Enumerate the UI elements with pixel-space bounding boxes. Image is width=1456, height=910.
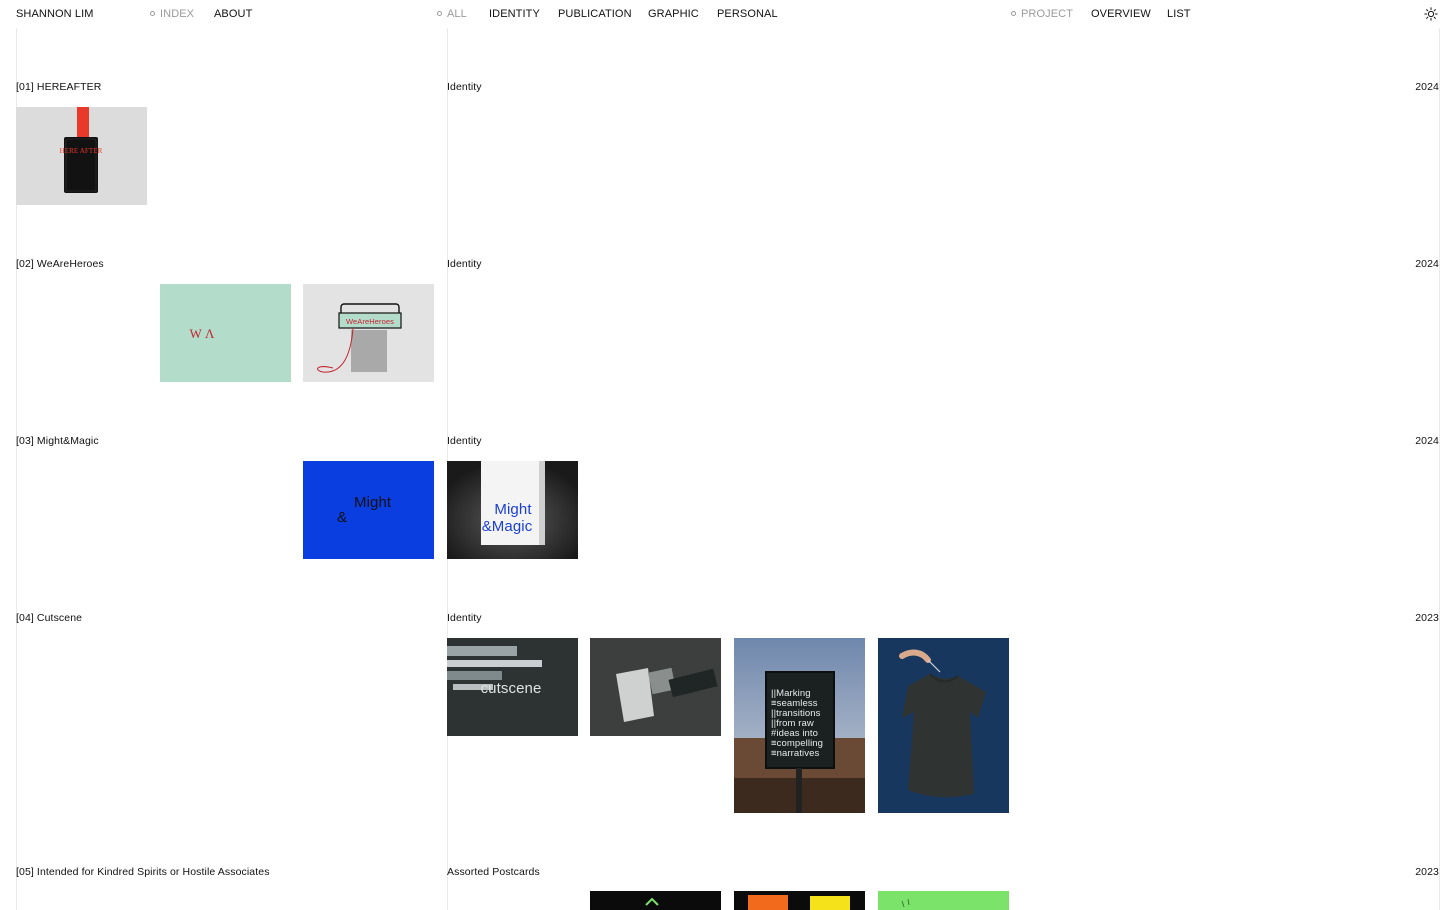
thumb-text: W Λ	[189, 326, 214, 341]
hereafter-bottle-image: HERE AFTER	[16, 107, 147, 205]
project-year: 2023	[1415, 612, 1439, 624]
project-year: 2024	[1415, 435, 1439, 447]
project-thumbnail[interactable]: ||Marking ≡seamless ||transitions ||from…	[734, 638, 865, 813]
project-thumbnail[interactable]: WeAreHeroes	[303, 284, 434, 382]
postcard-black-image	[590, 891, 721, 910]
thumb-text: &Magic	[482, 518, 533, 535]
project-title[interactable]: [01] HEREAFTER	[16, 81, 101, 93]
sun-icon[interactable]	[1424, 7, 1438, 21]
project-title[interactable]: [04] Cutscene	[16, 612, 82, 624]
project-thumbnail[interactable]: W Λ	[160, 284, 291, 382]
project-category: Identity	[447, 435, 482, 447]
weareheroes-mint-card-image: W Λ	[160, 284, 291, 382]
filter-publication[interactable]: PUBLICATION	[558, 8, 632, 20]
project-thumbnail[interactable]: cutscene	[447, 638, 578, 736]
project-thumbnail[interactable]	[590, 891, 721, 910]
project-year: 2024	[1415, 81, 1439, 93]
project-category: Identity	[447, 612, 482, 624]
nav-index[interactable]: INDEX	[150, 8, 194, 20]
column-guide-right	[1439, 28, 1440, 910]
nav-about[interactable]: ABOUT	[214, 8, 252, 20]
cutscene-tshirt-image	[878, 638, 1009, 813]
thumb-text: HERE AFTER	[60, 147, 103, 155]
filter-all-label: ALL	[447, 8, 467, 20]
dot-icon	[150, 11, 155, 16]
project-thumbnail[interactable]: Might &	[303, 461, 434, 559]
filter-graphic[interactable]: GRAPHIC	[648, 8, 699, 20]
project-title[interactable]: [03] Might&Magic	[16, 435, 99, 447]
thumb-text: Might	[354, 494, 392, 511]
view-list[interactable]: LIST	[1167, 8, 1191, 20]
nav-index-label: INDEX	[160, 8, 195, 20]
thumb-text: cutscene	[481, 680, 542, 697]
dot-icon	[1011, 11, 1016, 16]
top-nav: SHANNON LIM INDEX ABOUT ALL IDENTITY PUB…	[0, 0, 1456, 28]
project-category: Assorted Postcards	[447, 866, 540, 878]
view-project[interactable]: PROJECT	[1011, 8, 1073, 20]
cutscene-dark-card-image: cutscene	[447, 638, 578, 736]
weareheroes-lightbox-image: WeAreHeroes	[303, 284, 434, 382]
filter-all[interactable]: ALL	[437, 8, 467, 20]
project-thumbnail[interactable]	[590, 638, 721, 736]
view-project-label: PROJECT	[1021, 8, 1074, 20]
filter-identity[interactable]: IDENTITY	[489, 8, 540, 20]
project-category: Identity	[447, 258, 482, 270]
view-overview[interactable]: OVERVIEW	[1091, 8, 1151, 20]
cutscene-billboard-image: ||Marking ≡seamless ||transitions ||from…	[734, 638, 865, 813]
filter-personal[interactable]: PERSONAL	[717, 8, 778, 20]
project-title[interactable]: [05] Intended for Kindred Spirits or Hos…	[16, 866, 270, 878]
cutscene-card-object-image	[590, 638, 721, 736]
project-category: Identity	[447, 81, 482, 93]
might-magic-lightbox-image: Might &Magic	[447, 461, 578, 559]
project-thumbnail[interactable]: HERE AFTER	[16, 107, 147, 205]
project-thumbnail[interactable]	[734, 891, 865, 910]
project-year: 2024	[1415, 258, 1439, 270]
thumb-text: Might	[494, 501, 532, 518]
thumb-text: ≡narratives	[771, 748, 820, 759]
postcard-orange-yellow-image	[734, 891, 865, 910]
site-name-link[interactable]: SHANNON LIM	[16, 8, 94, 20]
project-title[interactable]: [02] WeAreHeroes	[16, 258, 104, 270]
postcard-green-image	[878, 891, 1009, 910]
project-thumbnail[interactable]	[878, 891, 1009, 910]
dot-icon	[437, 11, 442, 16]
project-thumbnail[interactable]: Might &Magic	[447, 461, 578, 559]
thumb-text: &	[337, 509, 347, 526]
thumb-text: WeAreHeroes	[346, 317, 394, 326]
project-year: 2023	[1415, 866, 1439, 878]
might-magic-blue-card-image: Might &	[303, 461, 434, 559]
project-thumbnail[interactable]	[878, 638, 1009, 813]
